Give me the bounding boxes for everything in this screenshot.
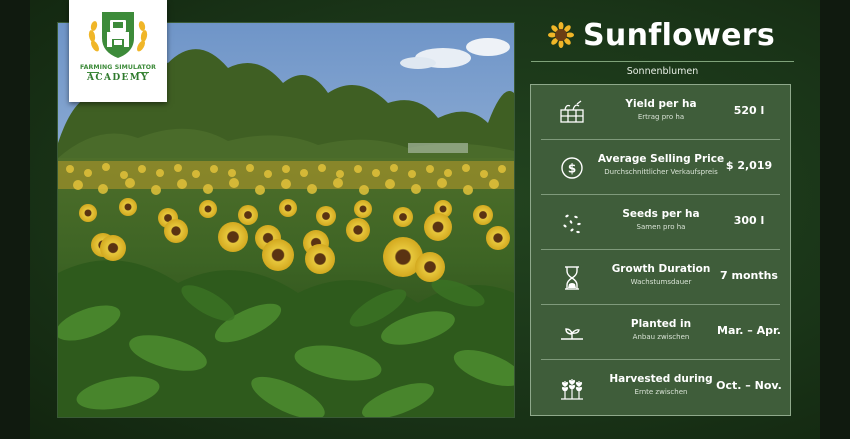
stat-value: Mar. – Apr.: [717, 324, 781, 337]
seeds-icon: [563, 214, 581, 234]
hourglass-icon: [565, 266, 579, 290]
tractor-emblem-icon: [88, 12, 148, 58]
stat-row-planted: Planted in Anbau zwischen Mar. – Apr.: [531, 305, 790, 360]
stat-value: 520 l: [733, 104, 765, 117]
stat-sublabel: Durchschnittlicher Verkaufspreis: [604, 168, 718, 176]
dollar-coin-icon: $: [561, 157, 583, 179]
stat-sublabel: Ernte zwischen: [634, 388, 688, 396]
title-divider: [531, 61, 794, 62]
page-subtitle: Sonnenblumen: [626, 66, 699, 77]
stat-sublabel: Ertrag pro ha: [637, 113, 685, 121]
stat-row-growth: Growth Duration Wachstumsdauer 7 months: [531, 250, 790, 305]
crop-stats-panel: Yield per ha Ertrag pro ha 520 l $ Avera…: [530, 84, 791, 416]
stat-label: Average Selling Price: [597, 153, 725, 165]
stat-value: 7 months: [720, 269, 778, 282]
stat-value: Oct. – Nov.: [716, 379, 782, 392]
stat-label: Seeds per ha: [622, 208, 700, 220]
crate-icon: [560, 100, 584, 123]
stat-label: Yield per ha: [625, 98, 697, 110]
page-title: Sunflowers: [583, 17, 775, 53]
stat-label: Harvested during: [609, 373, 713, 385]
logo-line2: ACADEMY: [87, 73, 149, 83]
stat-row-seeds: Seeds per ha Samen pro ha 300 l: [531, 195, 790, 250]
crop-header: Sunflowers: [548, 14, 775, 56]
academy-logo: FARMING SIMULATOR ACADEMY: [69, 0, 167, 102]
stat-row-price: $ Average Selling Price Durchschnittlich…: [531, 140, 790, 195]
stat-sublabel: Wachstumsdauer: [630, 278, 692, 286]
stat-sublabel: Samen pro ha: [636, 223, 686, 231]
logo-line1: FARMING SIMULATOR: [79, 64, 157, 71]
stat-label: Growth Duration: [611, 263, 711, 275]
sunflower-icon: [548, 22, 574, 48]
stat-sublabel: Anbau zwischen: [632, 333, 690, 341]
stat-value: $ 2,019: [725, 159, 773, 172]
stat-row-yield: Yield per ha Ertrag pro ha 520 l: [531, 85, 790, 140]
wheat-icon: [561, 379, 583, 400]
sprout-icon: [561, 328, 583, 340]
stat-row-harvested: Harvested during Ernte zwischen Oct. – N…: [531, 360, 790, 415]
svg-text:$: $: [568, 162, 576, 176]
stat-label: Planted in: [630, 318, 692, 330]
stat-value: 300 l: [733, 214, 765, 227]
